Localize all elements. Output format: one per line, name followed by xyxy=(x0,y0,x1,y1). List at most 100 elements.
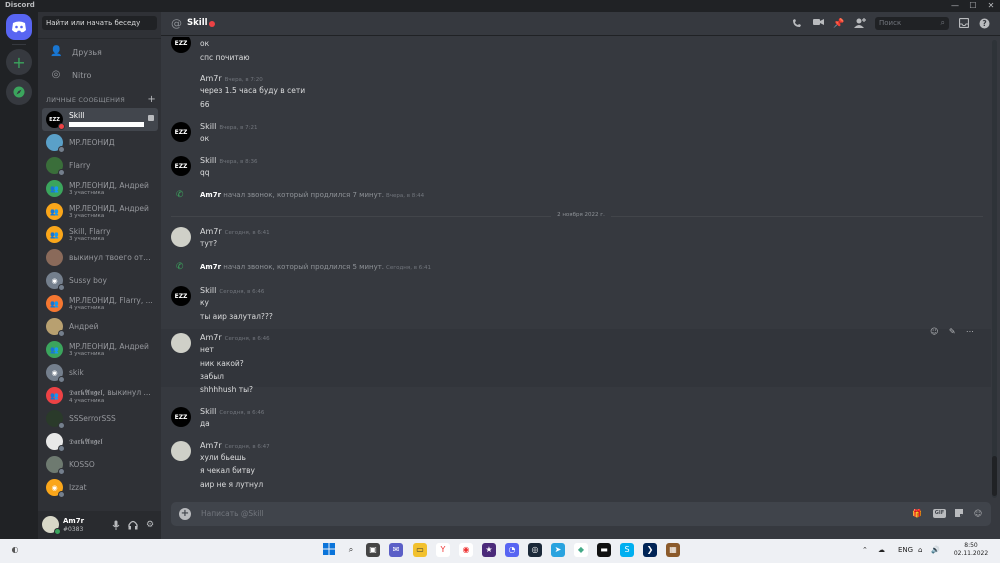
network-icon[interactable]: ⌂ xyxy=(918,546,922,554)
video-call-icon[interactable] xyxy=(812,18,824,30)
headphones-icon[interactable] xyxy=(128,520,138,530)
add-reaction-icon[interactable]: ☺ xyxy=(930,327,938,341)
find-conversation-button[interactable]: Найти или начать беседу xyxy=(42,16,157,30)
message-author[interactable]: Am7r Сегодня, в 6:47 xyxy=(200,441,270,450)
add-server-button[interactable]: + xyxy=(6,49,32,75)
taskbar-clock[interactable]: 8:50 02.11.2022 xyxy=(950,542,992,558)
edit-icon[interactable]: ✎ xyxy=(949,327,956,341)
gif-button[interactable]: GIF xyxy=(933,509,946,518)
nav-friends[interactable]: 👤 Друзья xyxy=(42,42,157,62)
terminal-icon[interactable]: ▬ xyxy=(597,543,611,557)
message-time: Вчера, в 8:36 xyxy=(219,159,258,165)
message-avatar[interactable] xyxy=(171,441,191,461)
teams-chat-icon[interactable]: ✉ xyxy=(389,543,403,557)
close-dm-icon[interactable] xyxy=(148,115,154,121)
chrome-icon[interactable]: ◉ xyxy=(459,543,473,557)
message-avatar[interactable]: EZZ xyxy=(171,407,191,427)
dm-item[interactable]: ◉ Izzat xyxy=(42,476,158,499)
start-icon[interactable] xyxy=(322,543,336,557)
cloud-icon[interactable]: ☁ xyxy=(878,546,885,554)
message-author[interactable]: Skill Вчера, в 8:36 xyxy=(200,156,258,165)
pin-icon[interactable]: 📌 xyxy=(833,18,845,30)
message-author[interactable]: Skill Сегодня, в 6:46 xyxy=(200,407,264,416)
message-avatar[interactable]: EZZ xyxy=(171,122,191,142)
keyboard-language[interactable]: ENG xyxy=(898,546,913,554)
dm-item[interactable]: ◉ Sussy boy xyxy=(42,269,158,292)
help-icon[interactable]: ? xyxy=(978,18,990,30)
discord-taskbar-icon[interactable]: ◔ xyxy=(505,543,519,557)
home-button[interactable] xyxy=(6,14,32,40)
dm-item[interactable]: 👥 MP.ЛЕОНИД, Андрей 3 участника xyxy=(42,177,158,200)
create-dm-button[interactable]: + xyxy=(147,94,156,105)
scrollbar-thumb[interactable] xyxy=(992,456,997,496)
dm-avatar: ◉ xyxy=(46,479,65,498)
dm-item[interactable]: 👥 MP.ЛЕОНИД, Андрей 3 участника xyxy=(42,200,158,223)
user-avatar[interactable] xyxy=(42,516,61,535)
maximize-button[interactable]: ☐ xyxy=(964,0,982,12)
dm-item[interactable]: ◉ skik xyxy=(42,361,158,384)
skype-icon[interactable]: S xyxy=(620,543,634,557)
file-explorer-icon[interactable]: ▭ xyxy=(413,543,427,557)
tray-overflow-icon[interactable]: ⌃ xyxy=(862,546,868,554)
message-scrollbar[interactable] xyxy=(992,40,997,498)
gift-icon[interactable]: 🎁 xyxy=(911,508,923,520)
dm-item[interactable]: 𝕯𝖆𝖗𝖐𝕬𝖓𝖌𝖊𝖑 xyxy=(42,430,158,453)
message-time: Сегодня, в 6:47 xyxy=(224,444,270,450)
dm-item[interactable]: 👥 Skill, Flarry 3 участника xyxy=(42,223,158,246)
taskbar-search-icon[interactable]: ⌕ xyxy=(344,543,358,557)
message-avatar[interactable]: EZZ xyxy=(171,37,191,53)
steam-icon[interactable]: ◎ xyxy=(528,543,542,557)
dm-item[interactable]: выкинул твоего отчи... xyxy=(42,246,158,269)
game-launcher-icon[interactable]: ★ xyxy=(482,543,496,557)
dm-item[interactable]: EZZ Skill xyxy=(42,108,158,131)
message-author[interactable]: Skill Сегодня, в 6:46 xyxy=(200,286,264,295)
dm-item[interactable]: KOSSO xyxy=(42,453,158,476)
powershell-icon[interactable]: ❯ xyxy=(643,543,657,557)
message-author[interactable]: Am7r Вчера, в 7:20 xyxy=(200,74,263,83)
dm-item[interactable]: 👥 𝕯𝖆𝖗𝖐𝕬𝖓𝖌𝖊𝖑, выкинул ... 4 участника xyxy=(42,384,158,407)
upload-plus-icon[interactable]: + xyxy=(179,508,191,520)
dm-text: 𝕯𝖆𝖗𝖐𝕬𝖓𝖌𝖊𝖑, выкинул ... 4 участника xyxy=(69,388,153,404)
colorful-app-icon[interactable]: ◆ xyxy=(574,543,588,557)
message-composer[interactable]: + Написать @Skill 🎁 GIF ☺ xyxy=(171,502,991,526)
dm-item[interactable]: Андрей xyxy=(42,315,158,338)
message-toolbar: ☺ ✎ ⋯ xyxy=(925,327,979,341)
emoji-icon[interactable]: ☺ xyxy=(972,508,984,520)
gear-icon[interactable]: ⚙ xyxy=(145,520,155,530)
explore-servers-button[interactable] xyxy=(6,79,32,105)
author-name: Am7r xyxy=(200,227,222,236)
message-author[interactable]: Skill Вчера, в 7:21 xyxy=(200,122,258,131)
dm-list: EZZ Skill MP.ЛЕОНИД Flarry 👥 MP.ЛЕОНИД, Андре… xyxy=(42,108,158,499)
message-avatar[interactable]: EZZ xyxy=(171,156,191,176)
dm-item[interactable]: MP.ЛЕОНИД xyxy=(42,131,158,154)
dm-item[interactable]: SSSerrorSSS xyxy=(42,407,158,430)
message-author[interactable]: Am7r Сегодня, в 6:46 xyxy=(200,333,270,342)
task-view-icon[interactable]: ▣ xyxy=(366,543,380,557)
message-avatar[interactable] xyxy=(171,333,191,353)
offline-status-icon xyxy=(58,468,65,475)
search-input[interactable]: Поиск ⌕ xyxy=(875,17,949,30)
call-author[interactable]: Am7r xyxy=(200,191,221,199)
more-icon[interactable]: ⋯ xyxy=(966,327,974,341)
search-icon: ⌕ xyxy=(940,18,945,27)
microphone-icon[interactable] xyxy=(111,520,121,530)
dm-item[interactable]: 👥 MP.ЛЕОНИД, Flarry, ... 4 участника xyxy=(42,292,158,315)
sticker-icon[interactable] xyxy=(953,508,965,520)
inbox-icon[interactable] xyxy=(958,17,970,30)
message-avatar[interactable] xyxy=(171,227,191,247)
weather-icon[interactable]: ◐ xyxy=(8,543,22,557)
telegram-icon[interactable]: ➤ xyxy=(551,543,565,557)
voice-call-icon[interactable] xyxy=(791,18,803,30)
close-button[interactable]: ✕ xyxy=(982,0,1000,12)
minecraft-icon[interactable]: ▦ xyxy=(666,543,680,557)
minimize-button[interactable]: — xyxy=(946,0,964,12)
call-author[interactable]: Am7r xyxy=(200,263,221,271)
message-avatar[interactable]: EZZ xyxy=(171,286,191,306)
nav-nitro[interactable]: ◎ Nitro xyxy=(42,65,157,85)
volume-icon[interactable]: 🔊 xyxy=(931,546,940,554)
dm-item[interactable]: Flarry xyxy=(42,154,158,177)
dm-item[interactable]: 👥 MP.ЛЕОНИД, Андрей 3 участника xyxy=(42,338,158,361)
message-author[interactable]: Am7r Сегодня, в 6:41 xyxy=(200,227,270,236)
yandex-browser-icon[interactable]: Y xyxy=(436,543,450,557)
add-friend-to-dm-icon[interactable] xyxy=(854,18,866,30)
